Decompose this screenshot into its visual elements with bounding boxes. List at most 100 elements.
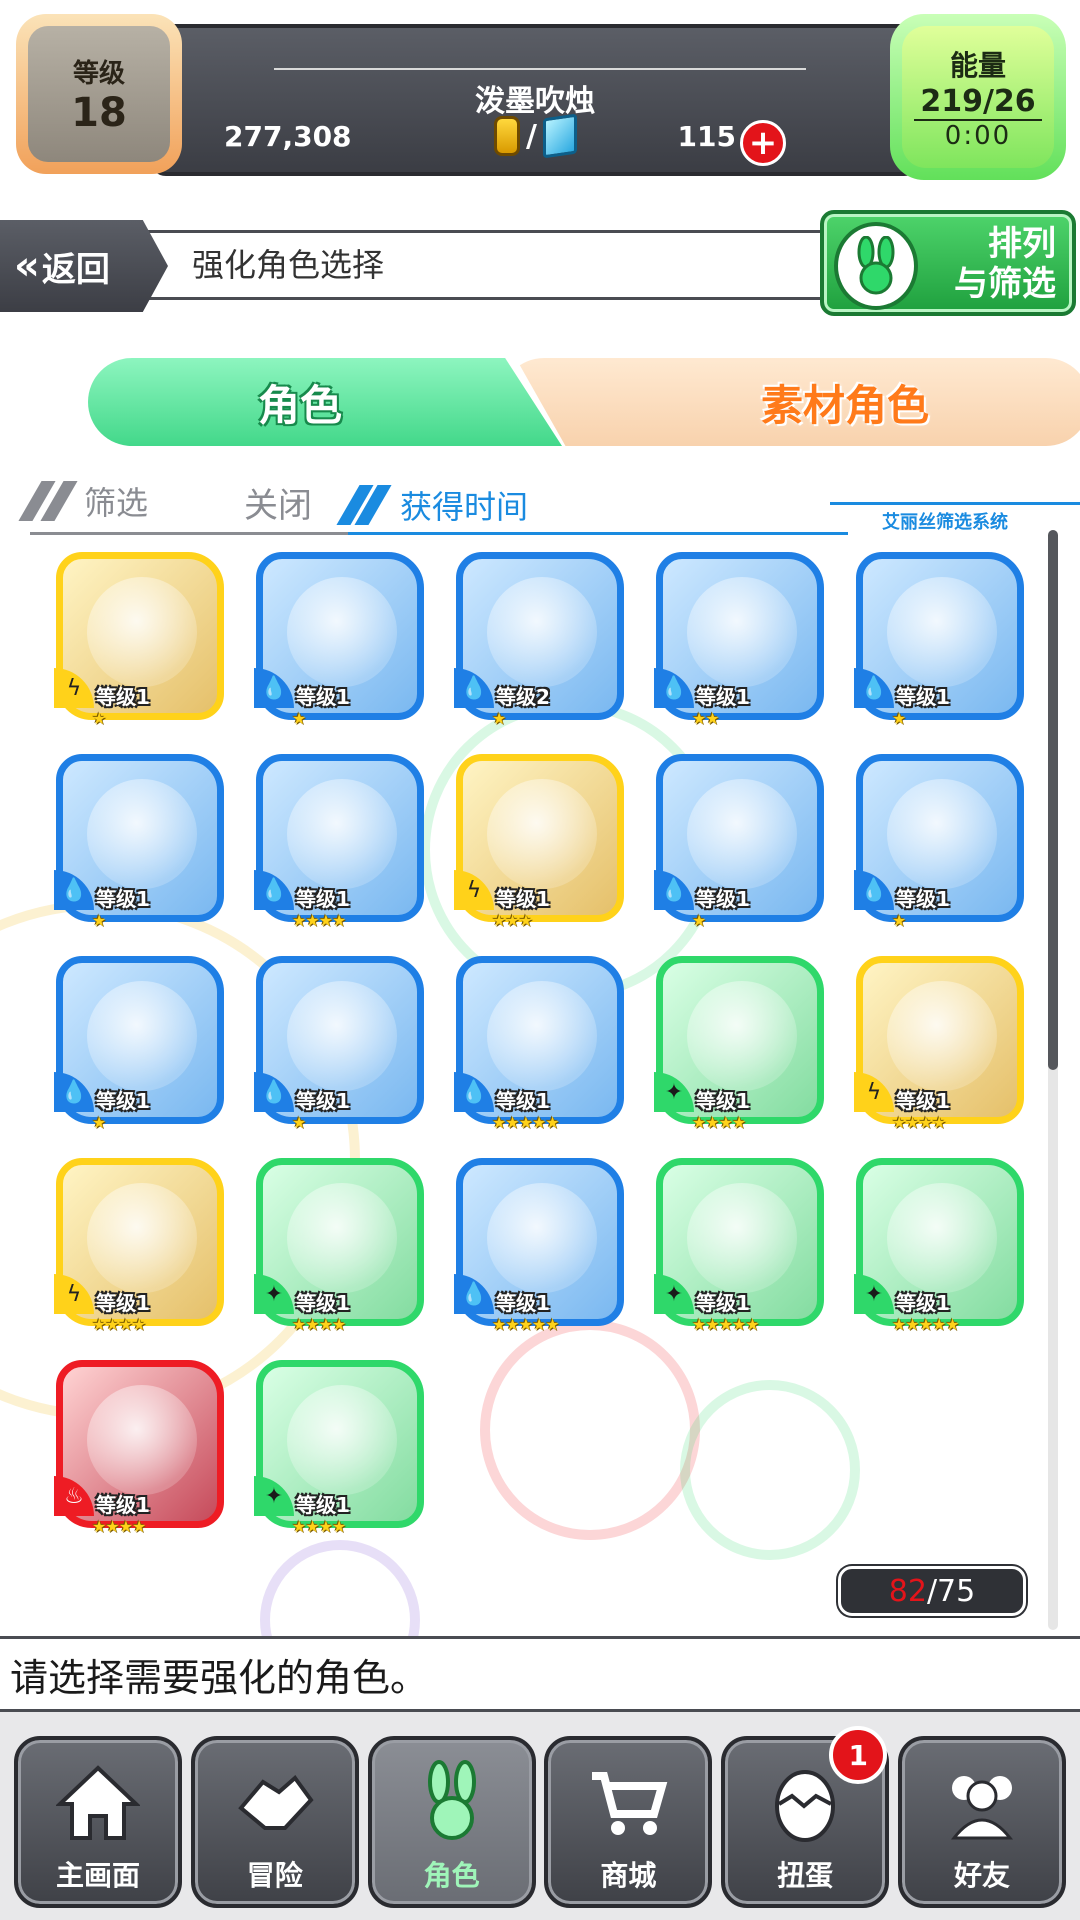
character-card[interactable]: 💧 等级1 ★: [54, 956, 224, 1132]
character-card[interactable]: 💧 等级1 ★: [654, 754, 824, 930]
star-rating: ★★★★: [92, 1315, 146, 1334]
filter-label: 筛选: [84, 484, 149, 522]
character-level: 等级1: [496, 1291, 550, 1315]
character-portrait: [887, 577, 997, 687]
page-nav-row: « 返回 强化角色选择 排列 与筛选: [0, 210, 1080, 316]
nav-label: 角色: [423, 1859, 480, 1892]
character-card[interactable]: ϟ 等级1 ★★★★: [54, 1158, 224, 1334]
character-card[interactable]: 💧 等级1 ★★★★★: [454, 1158, 624, 1334]
tab-characters[interactable]: 角色: [80, 350, 570, 454]
nav-label: 商城: [600, 1859, 657, 1892]
currency-separator: /: [526, 118, 537, 154]
energy-box[interactable]: 能量 219/26 0:00: [890, 14, 1066, 180]
double-chevron-left-icon: «: [14, 243, 40, 289]
player-level-box: 等级 18: [16, 14, 182, 174]
character-card[interactable]: ♨ 等级1 ★★★★: [54, 1360, 224, 1536]
sort-order-toggle[interactable]: 获得时间: [336, 482, 528, 528]
tab-material-characters[interactable]: 素材角色: [500, 358, 1080, 446]
nav-characters-button[interactable]: 角色: [367, 1736, 536, 1908]
character-level: 等级1: [296, 887, 350, 911]
character-card[interactable]: ✦ 等级1 ★★★★★: [654, 1158, 824, 1334]
nav-gacha-button[interactable]: 扭蛋 1: [721, 1726, 890, 1908]
character-level: 等级1: [896, 685, 950, 709]
sort-filter-button[interactable]: 排列 与筛选: [820, 210, 1076, 316]
character-card[interactable]: 💧 等级1 ★: [254, 956, 424, 1132]
character-portrait: [487, 1183, 597, 1293]
back-label: 返回: [41, 249, 110, 290]
character-card[interactable]: 💧 等级2 ★: [454, 552, 624, 728]
character-level: 等级1: [696, 1291, 750, 1315]
character-portrait: [287, 779, 397, 889]
player-name: 泼墨吹烛: [475, 84, 595, 119]
character-card[interactable]: 💧 等级1 ★: [854, 754, 1024, 930]
character-count: 82 /75: [838, 1566, 1026, 1616]
scrollbar-thumb[interactable]: [1048, 530, 1058, 1070]
character-card[interactable]: ϟ 等级1 ★: [54, 552, 224, 728]
character-portrait: [687, 577, 797, 687]
star-rating: ★★★: [492, 911, 533, 930]
star-rating: ★: [492, 709, 506, 728]
filter-value[interactable]: 关闭: [244, 478, 312, 527]
gem-icon: [542, 113, 577, 159]
cart-icon: [582, 1756, 674, 1848]
nav-adventure-button[interactable]: 冒险: [190, 1736, 359, 1908]
star-rating: ★★★★: [692, 1113, 746, 1132]
character-level: 等级1: [896, 1089, 950, 1113]
star-rating: ★★★★: [892, 1113, 946, 1132]
star-rating: ★: [292, 709, 306, 728]
character-portrait: [887, 1183, 997, 1293]
top-status-bar: 泼墨吹烛 277,308 / 115 + 等级 18 能量 219/26 0:0…: [0, 0, 1080, 200]
character-grid: ϟ 等级1 ★ 💧 等级1 ★ 💧 等级2 ★ 💧 等级1 ★★ 💧 等级1 ★ 💧 等级1 ★ 💧 等级1 ★★★★ ϟ…: [54, 552, 1028, 1536]
filter-system-label: 艾丽丝筛选系统: [882, 512, 1008, 533]
character-card[interactable]: 💧 等级1 ★★★★★: [454, 956, 624, 1132]
character-level: 等级1: [896, 1291, 950, 1315]
star-rating: ★★: [692, 709, 720, 728]
character-level: 等级1: [96, 887, 150, 911]
gem-amount: 115: [677, 120, 736, 153]
energy-label: 能量: [949, 48, 1006, 82]
character-card[interactable]: ϟ 等级1 ★★★★: [854, 956, 1024, 1132]
divider: [274, 68, 806, 70]
character-card[interactable]: 💧 等级1 ★: [854, 552, 1024, 728]
nav-shop-button[interactable]: 商城: [544, 1736, 713, 1908]
back-button[interactable]: « 返回: [0, 220, 168, 312]
notification-badge: 1: [829, 1726, 888, 1784]
tab-characters-label: 角色: [88, 358, 562, 446]
handshake-icon: [229, 1756, 321, 1848]
gold-amount: 277,308: [224, 120, 352, 153]
character-card[interactable]: ✦ 等级1 ★★★★: [254, 1360, 424, 1536]
star-rating: ★★★★★: [492, 1113, 560, 1132]
nav-friends-button[interactable]: 好友: [897, 1736, 1066, 1908]
character-portrait: [287, 981, 397, 1091]
filter-toggle[interactable]: 筛选: [18, 478, 149, 524]
star-rating: ★★★★★: [492, 1315, 560, 1334]
character-card[interactable]: ✦ 等级1 ★★★★: [254, 1158, 424, 1334]
character-card[interactable]: 💧 等级1 ★★: [654, 552, 824, 728]
character-card[interactable]: ✦ 等级1 ★★★★: [654, 956, 824, 1132]
character-card[interactable]: ϟ 等级1 ★★★: [454, 754, 624, 930]
character-card[interactable]: 💧 等级1 ★: [54, 754, 224, 930]
character-portrait: [887, 981, 997, 1091]
filter-underline: [30, 532, 350, 535]
character-portrait: [487, 981, 597, 1091]
character-level: 等级1: [296, 1493, 350, 1517]
instruction-message: 请选择需要强化的角色。: [0, 1636, 1080, 1712]
character-level: 等级1: [296, 685, 350, 709]
character-card[interactable]: 💧 等级1 ★: [254, 552, 424, 728]
character-card[interactable]: ✦ 等级1 ★★★★★: [854, 1158, 1024, 1334]
friends-icon: [936, 1756, 1028, 1848]
level-value: 18: [71, 89, 127, 136]
character-count-current: 82: [888, 1573, 927, 1609]
level-label: 等级: [72, 58, 125, 89]
sort-underline: [348, 532, 848, 535]
character-portrait: [487, 779, 597, 889]
character-portrait: [887, 779, 997, 889]
filter-row: 筛选 关闭 获得时间 艾丽丝筛选系统: [18, 478, 1080, 538]
add-currency-button[interactable]: +: [740, 120, 786, 166]
player-info-bar: 泼墨吹烛 277,308 / 115 +: [150, 24, 920, 176]
nav-home-button[interactable]: 主画面: [14, 1736, 182, 1908]
character-count-max: /75: [926, 1573, 976, 1609]
star-rating: ★: [92, 1113, 106, 1132]
character-level: 等级1: [296, 1089, 350, 1113]
character-card[interactable]: 💧 等级1 ★★★★: [254, 754, 424, 930]
